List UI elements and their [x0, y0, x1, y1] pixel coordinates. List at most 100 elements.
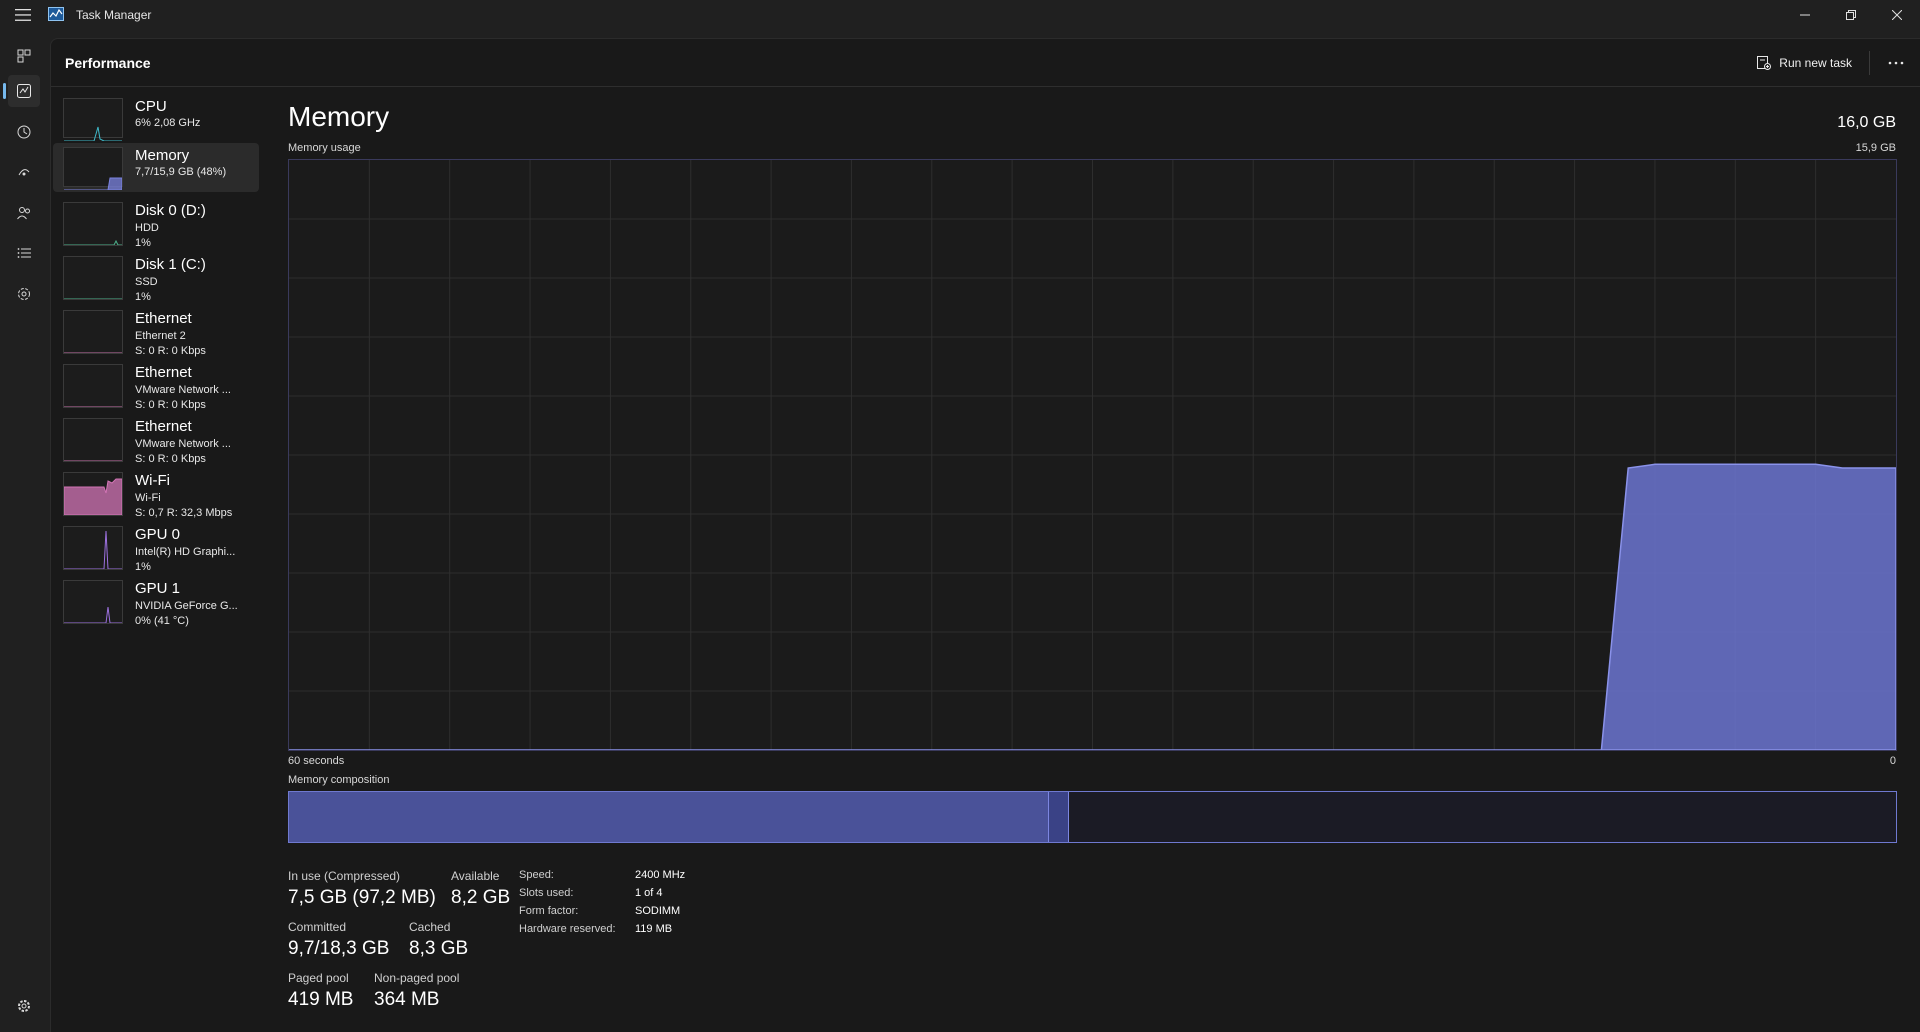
device-item-gpu-0-8[interactable]: GPU 0 Intel(R) HD Graphi... 1%: [53, 516, 259, 573]
close-icon: [1892, 10, 1902, 20]
time-axis-left-label: 60 seconds: [288, 755, 345, 767]
device-name: Wi-Fi: [135, 472, 170, 489]
nav-services[interactable]: [8, 278, 40, 310]
device-thumbnail-graph: [63, 364, 123, 408]
in-use-value: 7,5 GB (97,2 MB): [288, 887, 436, 908]
slots-used-value: 1 of 4: [635, 887, 663, 899]
device-thumbnail-graph: [63, 310, 123, 354]
title-bar: Task Manager: [0, 0, 1920, 30]
device-detail: Ethernet 2: [135, 330, 186, 342]
device-detail: Intel(R) HD Graphi...: [135, 546, 236, 558]
details-icon: [17, 248, 31, 258]
memory-usage-graph: [288, 159, 1897, 751]
device-detail: HDD: [135, 222, 159, 234]
navigation-rail: [0, 30, 50, 1032]
window-title: Task Manager: [76, 8, 152, 22]
run-task-icon: [1757, 56, 1772, 70]
run-new-task-button[interactable]: Run new task: [1749, 49, 1860, 77]
composition-in-use-segment: [289, 792, 1048, 842]
device-name: Ethernet: [135, 310, 192, 327]
available-label: Available: [451, 869, 500, 883]
device-name: Ethernet: [135, 418, 192, 435]
device-name: Disk 0 (D:): [135, 202, 206, 219]
device-thumbnail-graph: [63, 98, 123, 142]
committed-label: Committed: [288, 920, 347, 934]
hardware-reserved-value: 119 MB: [635, 923, 673, 935]
slots-used-key: Slots used:: [519, 887, 574, 899]
device-thumbnail-graph: [63, 526, 123, 570]
nav-processes[interactable]: [8, 40, 40, 72]
device-thumbnail-graph: [63, 202, 123, 246]
speed-value: 2400 MHz: [635, 869, 686, 881]
nav-app-history[interactable]: [8, 116, 40, 148]
minimize-icon: [1800, 14, 1810, 16]
device-detail: 6% 2,08 GHz: [135, 117, 201, 129]
more-options-button[interactable]: [1880, 49, 1912, 77]
device-detail: Wi-Fi: [135, 492, 161, 504]
form-factor-key: Form factor:: [519, 905, 579, 917]
device-item-disk-1-c-3[interactable]: Disk 1 (C:) SSD 1%: [53, 246, 259, 303]
device-detail: NVIDIA GeForce G...: [135, 600, 238, 612]
memory-composition-label: Memory composition: [288, 774, 390, 786]
restore-button[interactable]: [1828, 0, 1874, 30]
available-value: 8,2 GB: [451, 887, 511, 908]
nav-details[interactable]: [8, 237, 40, 269]
device-name: GPU 0: [135, 526, 181, 543]
window-controls: [1782, 0, 1920, 30]
users-icon: [17, 207, 30, 220]
services-icon: [18, 288, 30, 300]
nav-performance[interactable]: [8, 75, 40, 107]
device-item-wi-fi-7[interactable]: Wi-Fi Wi-Fi S: 0,7 R: 32,3 Mbps: [53, 462, 259, 519]
memory-usage-chart: [289, 160, 1897, 751]
device-detail: VMware Network ...: [135, 384, 231, 396]
nav-startup-apps[interactable]: [8, 156, 40, 188]
memory-total: 16,0 GB: [1837, 114, 1896, 131]
startup-icon: [18, 169, 30, 176]
history-icon: [17, 125, 31, 139]
device-thumbnail-graph: [63, 580, 123, 624]
device-item-ethernet-4[interactable]: Ethernet Ethernet 2 S: 0 R: 0 Kbps: [53, 300, 259, 357]
device-name: CPU: [135, 98, 167, 115]
performance-icon: [17, 84, 31, 98]
cached-label: Cached: [409, 920, 451, 934]
restore-icon: [1846, 10, 1856, 20]
nav-users[interactable]: [8, 197, 40, 229]
header-separator: [1869, 51, 1870, 75]
device-thumbnail-graph: [63, 472, 123, 516]
close-button[interactable]: [1874, 0, 1920, 30]
more-icon: [1888, 61, 1904, 65]
speed-key: Speed:: [519, 869, 554, 881]
processes-icon: [17, 49, 31, 63]
cached-value: 8,3 GB: [409, 938, 469, 959]
device-item-gpu-1-9[interactable]: GPU 1 NVIDIA GeForce G... 0% (41 °C): [53, 570, 259, 627]
non-paged-pool-value: 364 MB: [374, 989, 440, 1010]
memory-usage-max: 15,9 GB: [1855, 142, 1896, 154]
device-detail: SSD: [135, 276, 158, 288]
menu-icon[interactable]: [0, 0, 46, 30]
device-thumbnail-graph: [63, 418, 123, 462]
committed-value: 9,7/18,3 GB: [288, 938, 390, 959]
device-name: Memory: [135, 147, 190, 164]
non-paged-pool-label: Non-paged pool: [374, 971, 460, 985]
device-stat: 0% (41 °C): [135, 615, 189, 627]
memory-usage-label: Memory usage: [288, 142, 361, 154]
form-factor-value: SODIMM: [635, 905, 681, 917]
device-detail: VMware Network ...: [135, 438, 231, 450]
device-list: CPU 6% 2,08 GHz Memory 7,7/15,9 GB (48%) Dis…: [53, 94, 259, 627]
device-item-memory-1[interactable]: Memory 7,7/15,9 GB (48%): [53, 143, 259, 192]
device-item-ethernet-5[interactable]: Ethernet VMware Network ... S: 0 R: 0 Kbps: [53, 354, 259, 411]
device-name: GPU 1: [135, 580, 181, 597]
page-header: Performance Run new task: [51, 39, 1920, 87]
device-item-ethernet-6[interactable]: Ethernet VMware Network ... S: 0 R: 0 Kbps: [53, 408, 259, 465]
device-item-disk-0-d-2[interactable]: Disk 0 (D:) HDD 1%: [53, 192, 259, 249]
paged-pool-value: 419 MB: [288, 989, 354, 1010]
device-thumbnail-graph: [63, 147, 123, 191]
device-detail: 7,7/15,9 GB (48%): [135, 166, 227, 178]
minimize-button[interactable]: [1782, 0, 1828, 30]
memory-title: Memory: [288, 101, 390, 132]
paged-pool-label: Paged pool: [288, 971, 349, 985]
device-item-cpu-0[interactable]: CPU 6% 2,08 GHz: [53, 94, 259, 143]
composition-modified-segment: [1048, 792, 1069, 842]
settings-button[interactable]: [12, 994, 36, 1018]
memory-composition-bar: [288, 791, 1897, 843]
